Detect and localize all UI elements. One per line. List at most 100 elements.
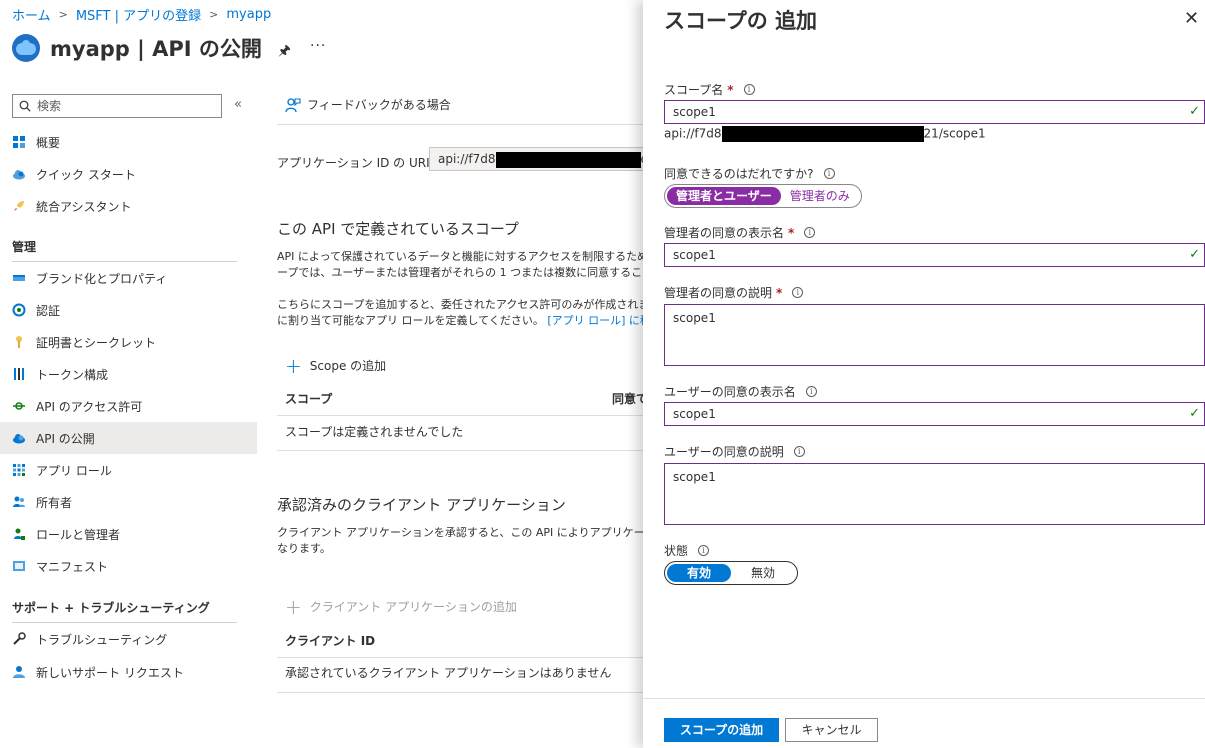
app-cloud-icon bbox=[12, 34, 40, 62]
scope-column-header[interactable]: スコープ bbox=[285, 390, 332, 407]
divider bbox=[277, 450, 643, 451]
search-input[interactable] bbox=[37, 99, 207, 113]
user-display-name-label: ユーザーの同意の表示名 i bbox=[664, 383, 817, 400]
sidebar-item-api-permissions[interactable]: API のアクセス許可 bbox=[0, 390, 257, 422]
sidebar-item-new-support-request[interactable]: 新しいサポート リクエスト bbox=[0, 656, 257, 688]
cancel-button[interactable]: キャンセル bbox=[785, 718, 878, 742]
label-text: ユーザーの同意の説明 bbox=[664, 445, 784, 459]
sidebar-item-label: 概要 bbox=[36, 135, 61, 150]
divider bbox=[277, 692, 643, 693]
chevron-right-icon: > bbox=[209, 8, 219, 21]
state-option-disabled[interactable]: 無効 bbox=[731, 564, 795, 582]
field-value: scope1 bbox=[673, 248, 716, 262]
sidebar-item-label: API のアクセス許可 bbox=[36, 399, 143, 414]
label-text: スコープ名 bbox=[664, 83, 724, 97]
info-icon[interactable]: i bbox=[805, 386, 817, 397]
sidebar-item-manifest[interactable]: マニフェスト bbox=[0, 550, 257, 582]
feedback-person-icon bbox=[285, 97, 301, 112]
sidebar-item-certificates[interactable]: 証明書とシークレット bbox=[0, 326, 257, 358]
chevron-right-icon: > bbox=[58, 8, 68, 21]
feedback-button[interactable]: フィードバックがある場合 bbox=[285, 96, 451, 113]
field-value: scope1 bbox=[673, 407, 716, 421]
admin-display-name-input[interactable]: scope1 ✓ bbox=[664, 243, 1205, 267]
scopes-desc-line: ープでは、ユーザーまたは管理者がそれらの 1 つまたは複数に同意することを bbox=[277, 266, 647, 279]
sidebar-item-app-roles[interactable]: アプリ ロール bbox=[0, 454, 257, 486]
consent-option-admins-users[interactable]: 管理者とユーザー bbox=[667, 187, 781, 205]
sidebar-item-label: ブランド化とプロパティ bbox=[36, 271, 168, 286]
page-header: myapp | API の公開 bbox=[12, 33, 262, 63]
consent-column-header[interactable]: 同意で bbox=[612, 390, 643, 407]
sidebar-item-overview[interactable]: 概要 bbox=[0, 126, 257, 158]
expose-api-cloud-icon bbox=[13, 434, 25, 444]
api-permissions-icon bbox=[13, 402, 25, 410]
sidebar-item-owners[interactable]: 所有者 bbox=[0, 486, 257, 518]
sidebar-section-manage: 管理 bbox=[12, 240, 37, 254]
scopes-desc-line: API によって保護されているデータと機能に対するアクセスを制限するための bbox=[277, 250, 647, 263]
branding-icon bbox=[13, 275, 25, 281]
client-id-column-header[interactable]: クライアント ID bbox=[285, 632, 375, 649]
sidebar-item-label: 新しいサポート リクエスト bbox=[36, 665, 184, 680]
breadcrumb-myapp[interactable]: myapp bbox=[226, 7, 271, 22]
app-roles-link[interactable]: [アプリ ロール] に移動 bbox=[547, 314, 647, 327]
divider bbox=[277, 124, 643, 125]
scope-uri-preview: api://f7d8 21/scope1 bbox=[664, 126, 986, 142]
label-text: 管理者の同意の説明 bbox=[664, 286, 773, 300]
scopes-desc2-line2: に割り当て可能なアプリ ロールを定義してください。 bbox=[277, 314, 544, 327]
app-id-uri-field[interactable]: api://f7d8e bbox=[429, 147, 649, 171]
close-icon[interactable]: ✕ bbox=[1184, 8, 1199, 29]
info-icon[interactable]: i bbox=[698, 545, 710, 556]
sidebar-item-label: トークン構成 bbox=[36, 367, 109, 382]
add-client-app-button[interactable]: + クライアント アプリケーションの追加 bbox=[285, 597, 517, 617]
scope-name-label: スコープ名 * i bbox=[664, 81, 755, 98]
state-option-enabled[interactable]: 有効 bbox=[667, 564, 732, 582]
breadcrumb-home[interactable]: ホーム bbox=[12, 5, 51, 24]
info-icon[interactable]: i bbox=[793, 446, 805, 457]
label-text: 同意できるのはだれですか? bbox=[664, 167, 814, 181]
more-options-icon[interactable]: ··· bbox=[310, 38, 326, 54]
admin-description-textarea[interactable]: scope1 bbox=[664, 304, 1205, 366]
scopes-heading: この API で定義されているスコープ bbox=[277, 220, 519, 238]
add-scope-submit-button[interactable]: スコープの追加 bbox=[664, 718, 779, 742]
divider bbox=[277, 657, 643, 658]
sidebar-item-token-config[interactable]: トークン構成 bbox=[0, 358, 257, 390]
sidebar-item-integration-assistant[interactable]: 統合アシスタント bbox=[0, 190, 257, 222]
sidebar-item-quickstart[interactable]: クイック スタート bbox=[0, 158, 257, 190]
info-icon[interactable]: i bbox=[823, 168, 835, 179]
clients-desc-line1: クライアント アプリケーションを承認すると、この API によりアプリケーション… bbox=[277, 526, 647, 539]
info-icon[interactable]: i bbox=[743, 84, 755, 95]
required-marker: * bbox=[788, 225, 795, 240]
sidebar-item-label: 証明書とシークレット bbox=[36, 335, 157, 350]
manifest-icon bbox=[13, 561, 25, 571]
breadcrumb-app-registrations[interactable]: MSFT | アプリの登録 bbox=[76, 5, 201, 24]
add-scope-button[interactable]: + Scope の追加 bbox=[285, 356, 386, 376]
sidebar-item-label: アプリ ロール bbox=[36, 463, 112, 478]
sidebar-search[interactable] bbox=[12, 94, 222, 118]
scopes-description-2: こちらにスコープを追加すると、委任されたアクセス許可のみが作成されます に割り当… bbox=[277, 297, 647, 329]
scope-name-input[interactable]: scope1 ✓ bbox=[664, 100, 1205, 124]
sidebar-item-label: 認証 bbox=[36, 303, 61, 318]
add-client-label: クライアント アプリケーションの追加 bbox=[309, 600, 517, 614]
overview-icon bbox=[13, 136, 25, 148]
who-consent-toggle[interactable]: 管理者とユーザー 管理者のみ bbox=[664, 184, 862, 208]
divider bbox=[643, 698, 1205, 699]
pin-icon[interactable]: 🖈 bbox=[278, 40, 291, 64]
sidebar-item-label: ロールと管理者 bbox=[36, 527, 121, 542]
token-config-icon bbox=[14, 368, 24, 380]
no-clients-message: 承認されているクライアント アプリケーションはありません bbox=[285, 666, 612, 680]
clients-desc-line2: なります。 bbox=[277, 542, 331, 555]
info-icon[interactable]: i bbox=[804, 227, 816, 238]
info-icon[interactable]: i bbox=[792, 287, 804, 298]
sidebar-item-roles-admins[interactable]: ロールと管理者 bbox=[0, 518, 257, 550]
sidebar-item-branding[interactable]: ブランド化とプロパティ bbox=[0, 262, 257, 294]
sidebar-item-expose-api[interactable]: API の公開 bbox=[0, 422, 257, 454]
state-toggle[interactable]: 有効 無効 bbox=[664, 561, 799, 585]
collapse-sidebar-icon[interactable]: « bbox=[234, 97, 242, 112]
user-display-name-input[interactable]: scope1 ✓ bbox=[664, 402, 1205, 426]
no-scopes-message: スコープは定義されませんでした bbox=[285, 425, 464, 439]
user-description-textarea[interactable]: scope1 bbox=[664, 463, 1205, 525]
sidebar-item-label: トラブルシューティング bbox=[36, 632, 168, 647]
consent-option-admins-only[interactable]: 管理者のみ bbox=[781, 187, 859, 205]
who-consent-label: 同意できるのはだれですか? i bbox=[664, 165, 835, 182]
sidebar-item-troubleshooting[interactable]: トラブルシューティング bbox=[0, 623, 257, 655]
sidebar-item-authentication[interactable]: 認証 bbox=[0, 294, 257, 326]
